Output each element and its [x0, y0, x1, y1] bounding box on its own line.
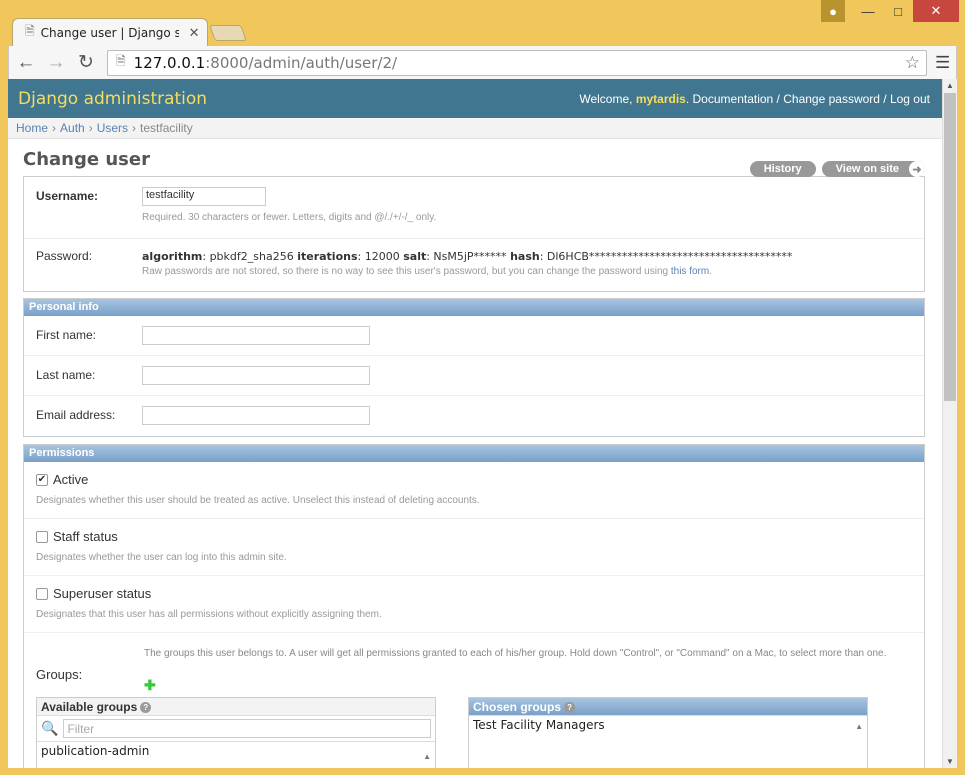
reload-icon[interactable]: ↻ [73, 50, 99, 76]
breadcrumb-separator: › [52, 121, 57, 135]
forward-icon[interactable]: → [43, 50, 69, 76]
username-help: Required. 30 characters or fewer. Letter… [142, 212, 437, 223]
admin-header: Django administration Welcome, mytardis.… [8, 79, 942, 118]
scroll-up-icon[interactable]: ▲ [423, 752, 431, 761]
change-password-link[interactable]: this form [671, 266, 709, 277]
staff-checkbox[interactable] [36, 530, 48, 543]
address-bar[interactable]: 🗎 127.0.0.1:8000/admin/auth/user/2/ ☆ [107, 49, 927, 76]
browser-tab[interactable]: 🗎 Change user | Django site ✕ [12, 18, 208, 46]
staff-label: Staff status [53, 529, 118, 544]
password-hash-summary: algorithm: pbkdf2_sha256 iterations: 120… [142, 250, 793, 263]
active-label: Active [53, 472, 89, 487]
list-item[interactable]: publication-admin [37, 742, 435, 760]
tab-title: Change user | Django site [40, 25, 179, 40]
url-host: 127.0.0.1 [133, 53, 206, 72]
list-item[interactable]: Test Facility Managers [469, 716, 867, 734]
scroll-down-icon[interactable]: ▼ [946, 757, 954, 766]
browser-titlebar: 🗎 Change user | Django site ✕ ● — □ ✕ [0, 0, 965, 46]
breadcrumb-home[interactable]: Home [16, 121, 48, 135]
personal-info-heading: Personal info [24, 299, 924, 316]
breadcrumb-users[interactable]: Users [97, 121, 128, 135]
help-icon: ? [564, 702, 576, 714]
menu-icon[interactable]: ☰ [935, 53, 950, 73]
active-row: ✔ Active Designates whether this user sho… [24, 462, 924, 519]
staff-help: Designates whether the user can log into… [36, 552, 287, 563]
maximize-button[interactable]: □ [883, 0, 913, 22]
search-icon: 🔍 [41, 720, 59, 736]
welcome-text: Welcome, [579, 91, 636, 106]
view-on-site-label: View on site [835, 163, 899, 175]
available-groups-heading: Available groups? [37, 698, 435, 716]
breadcrumb-current: testfacility [140, 121, 193, 135]
scrollbar-thumb[interactable] [944, 93, 956, 401]
breadcrumb-separator: › [132, 121, 137, 135]
user-tools: Welcome, mytardis. Documentation / Chang… [579, 92, 930, 106]
breadcrumb-separator: › [88, 121, 93, 135]
new-tab-button[interactable] [209, 25, 247, 41]
view-on-site-button[interactable]: View on site ➜ [821, 161, 925, 177]
username-text: mytardis [635, 91, 686, 106]
last-name-row: Last name: [24, 356, 924, 396]
scroll-up-icon[interactable]: ▲ [946, 81, 954, 90]
first-name-input[interactable] [142, 326, 370, 345]
close-window-button[interactable]: ✕ [913, 0, 959, 22]
breadcrumb-auth[interactable]: Auth [60, 121, 85, 135]
superuser-label: Superuser status [53, 586, 152, 601]
last-name-input[interactable] [142, 366, 370, 385]
groups-row: The groups this user belongs to. A user … [24, 633, 924, 768]
email-input[interactable] [142, 406, 370, 425]
browser-toolbar: ← → ↻ 🗎 127.0.0.1:8000/admin/auth/user/2… [8, 46, 957, 79]
password-label: Password: [36, 249, 93, 263]
help-icon: ? [140, 702, 152, 714]
active-help: Designates whether this user should be t… [36, 495, 480, 506]
filter-input[interactable]: Filter [63, 719, 432, 738]
breadcrumb: Home › Auth › Users › testfacility [8, 118, 942, 139]
superuser-row: Superuser status Designates that this us… [24, 576, 924, 633]
chosen-groups-heading: Chosen groups? [469, 698, 867, 716]
personal-info-fieldset: Personal info First name: Last name: Ema… [23, 298, 925, 437]
last-name-label: Last name: [36, 367, 96, 382]
scroll-up-icon[interactable]: ▲ [855, 722, 863, 731]
permissions-heading: Permissions [24, 445, 924, 462]
groups-help: The groups this user belongs to. A user … [144, 648, 887, 659]
user-fieldset: Username: testfacility Required. 30 chara… [23, 176, 925, 292]
username-input[interactable]: testfacility [142, 187, 266, 206]
object-tools: History View on site ➜ [749, 161, 925, 177]
password-row: Password: algorithm: pbkdf2_sha256 iterat… [24, 239, 924, 291]
arrow-right-icon: ➜ [909, 161, 925, 177]
available-groups-box: Available groups? 🔍 Filter publication-ad… [36, 697, 436, 768]
password-help: Raw passwords are not stored, so there i… [142, 266, 712, 277]
superuser-checkbox[interactable] [36, 587, 48, 600]
staff-row: Staff status Designates whether the user… [24, 519, 924, 576]
page-viewport: Django administration Welcome, mytardis.… [8, 79, 942, 768]
user-links[interactable]: . Documentation / Change password / Log … [686, 92, 930, 106]
username-label: Username: [36, 188, 99, 203]
url-path: :8000/admin/auth/user/2/ [205, 53, 398, 72]
email-row: Email address: [24, 396, 924, 436]
content: Change user History View on site ➜ Userna… [8, 149, 942, 768]
page-icon: 🗎 [25, 24, 35, 38]
minimize-button[interactable]: — [853, 0, 883, 22]
first-name-label: First name: [36, 327, 97, 342]
back-icon[interactable]: ← [13, 50, 39, 76]
add-group-icon[interactable]: ✚ [144, 677, 156, 694]
active-checkbox[interactable]: ✔ [36, 473, 48, 486]
groups-label: Groups: [36, 667, 83, 682]
page-scrollbar[interactable]: ▲ ▼ [942, 79, 957, 768]
page-icon: 🗎 [116, 54, 126, 68]
permissions-fieldset: Permissions ✔ Active Designates whether t… [23, 444, 925, 768]
site-brand[interactable]: Django administration [18, 89, 207, 109]
first-name-row: First name: [24, 316, 924, 356]
history-button[interactable]: History [749, 161, 816, 177]
superuser-help: Designates that this user has all permis… [36, 609, 382, 620]
username-row: Username: testfacility Required. 30 chara… [24, 177, 924, 239]
user-icon[interactable]: ● [821, 0, 845, 22]
bookmark-star-icon[interactable]: ☆ [905, 53, 920, 73]
email-label: Email address: [36, 407, 116, 422]
chosen-groups-box: Chosen groups? Test Facility Managers ▲ [468, 697, 868, 768]
close-tab-icon[interactable]: ✕ [189, 25, 200, 41]
